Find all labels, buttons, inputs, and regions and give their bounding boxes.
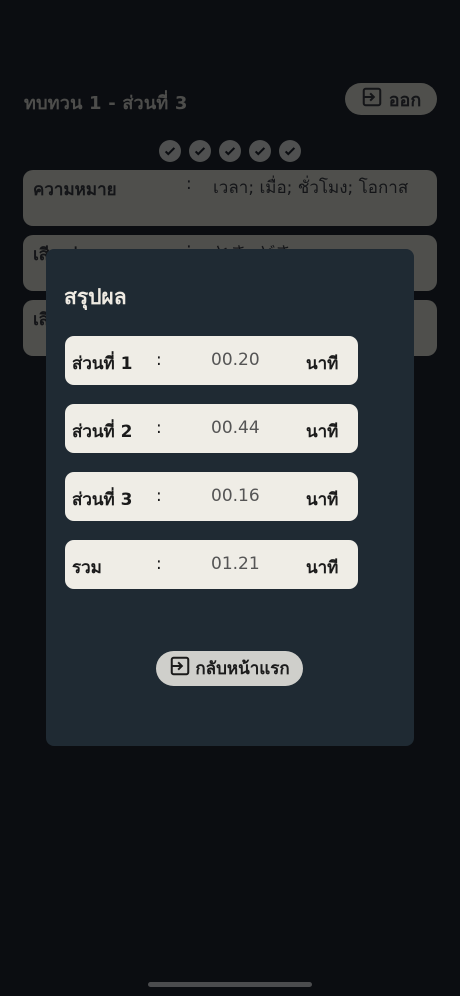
row-label: ส่วนที่ 3 (72, 490, 133, 510)
row-unit: นาที (306, 558, 339, 578)
meaning-card: ความหมาย : เวลา; เมื่อ; ชั่วโมง; โอกาส (23, 170, 437, 226)
row-label: รวม (72, 558, 102, 578)
page-title: ทบทวน 1 - ส่วนที่ 3 (24, 93, 188, 114)
summary-row: ส่วนที่ 1 : 00.20 นาที (65, 336, 358, 385)
row-separator: : (156, 418, 162, 438)
home-button-label: กลับหน้าแรก (195, 659, 290, 679)
card-label: ความหมาย (33, 180, 117, 200)
row-time: 00.20 (211, 350, 260, 370)
check-circle-icon (249, 140, 271, 162)
row-separator: : (156, 486, 162, 506)
check-circle-icon (279, 140, 301, 162)
summary-modal: สรุปผล ส่วนที่ 1 : 00.20 นาที ส่วนที่ 2 … (46, 249, 414, 746)
summary-total-row: รวม : 01.21 นาที (65, 540, 358, 589)
card-value: เวลา; เมื่อ; ชั่วโมง; โอกาส (213, 178, 409, 198)
exit-icon (169, 655, 191, 682)
row-label: ส่วนที่ 2 (72, 422, 133, 442)
row-unit: นาที (306, 354, 339, 374)
exit-icon (361, 86, 383, 113)
check-circle-icon (189, 140, 211, 162)
back-to-home-button[interactable]: กลับหน้าแรก (156, 651, 303, 686)
exit-label: ออก (388, 89, 422, 111)
row-unit: นาที (306, 490, 339, 510)
check-circle-icon (159, 140, 181, 162)
summary-row: ส่วนที่ 3 : 00.16 นาที (65, 472, 358, 521)
row-time: 01.21 (211, 554, 260, 574)
row-time: 00.44 (211, 418, 260, 438)
check-circle-icon (219, 140, 241, 162)
summary-row: ส่วนที่ 2 : 00.44 นาที (65, 404, 358, 453)
exit-button[interactable]: ออก (345, 83, 437, 115)
row-label: ส่วนที่ 1 (72, 354, 133, 374)
progress-indicator (159, 140, 301, 162)
row-unit: นาที (306, 422, 339, 442)
modal-title: สรุปผล (64, 285, 127, 309)
row-separator: : (156, 350, 162, 370)
row-time: 00.16 (211, 486, 260, 506)
row-separator: : (156, 554, 162, 574)
card-separator: : (186, 174, 192, 194)
home-indicator (148, 982, 312, 987)
